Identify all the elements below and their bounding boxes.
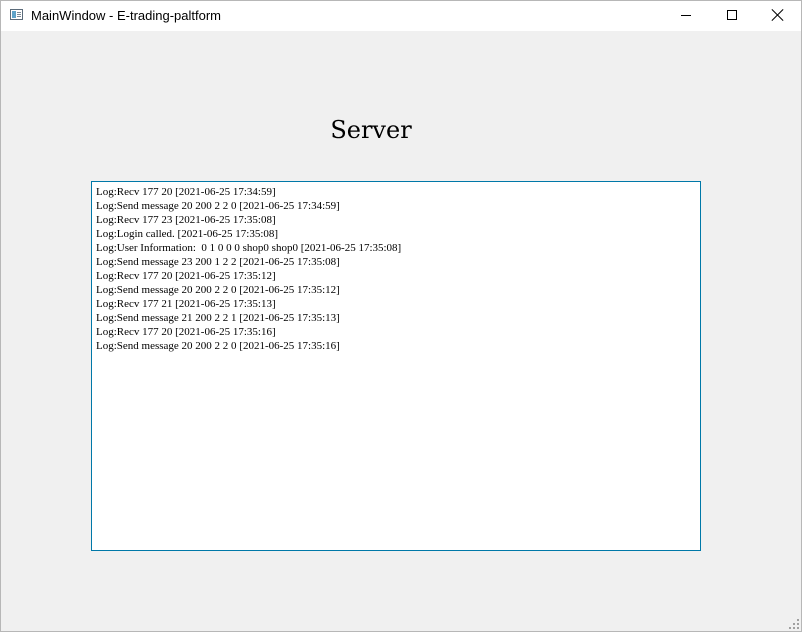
log-text-area[interactable]: Log:Recv 177 20 [2021-06-25 17:34:59] Lo… [91,181,701,551]
log-line: Log:Send message 20 200 2 2 0 [2021-06-2… [96,284,340,296]
log-line: Log:Send message 20 200 2 2 0 [2021-06-2… [96,340,340,352]
log-line: Log:Recv 177 20 [2021-06-25 17:34:59] [96,186,276,198]
log-line: Log:Recv 177 23 [2021-06-25 17:35:08] [96,214,276,226]
maximize-button[interactable] [709,1,755,31]
log-line: Log:Send message 20 200 2 2 0 [2021-06-2… [96,200,340,212]
server-heading: Server [330,116,412,144]
close-button[interactable] [755,1,801,31]
log-line: Log:Recv 177 20 [2021-06-25 17:35:12] [96,270,276,282]
main-window: MainWindow - E-trading-paltform Server L… [0,0,802,632]
log-line: Log:User Information: 0 1 0 0 0 shop0 sh… [96,242,402,254]
log-line: Log:Login called. [2021-06-25 17:35:08] [96,228,279,240]
log-line: Log:Send message 23 200 1 2 2 [2021-06-2… [96,256,340,268]
log-line: Log:Recv 177 20 [2021-06-25 17:35:16] [96,326,276,338]
minimize-icon [681,15,691,16]
log-line: Log:Recv 177 21 [2021-06-25 17:35:13] [96,298,276,310]
maximize-icon [727,10,737,20]
close-icon [772,9,784,21]
window-title: MainWindow - E-trading-paltform [31,8,222,23]
app-window-icon[interactable] [10,9,23,20]
resize-grip-icon[interactable] [789,619,799,629]
log-line: Log:Send message 21 200 2 2 1 [2021-06-2… [96,312,340,324]
minimize-button[interactable] [663,1,709,31]
title-bar[interactable]: MainWindow - E-trading-paltform [1,1,801,31]
